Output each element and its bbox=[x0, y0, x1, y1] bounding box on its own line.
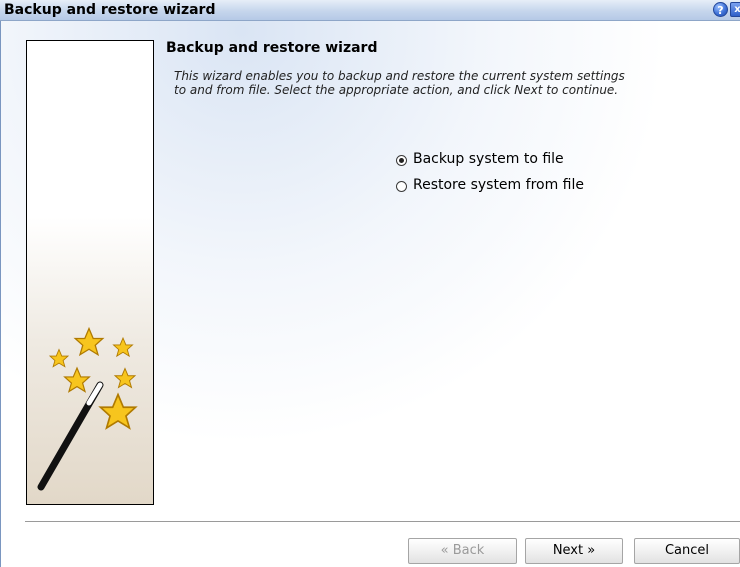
star-shape bbox=[74, 327, 104, 356]
close-icon[interactable]: x bbox=[730, 2, 740, 17]
backup-option-label[interactable]: Backup system to file bbox=[413, 151, 564, 167]
backup-radio[interactable] bbox=[396, 155, 407, 166]
backup-option[interactable]: Backup system to file bbox=[396, 151, 564, 167]
star-shape bbox=[64, 367, 90, 393]
star-shape bbox=[114, 368, 136, 388]
help-icon[interactable]: ? bbox=[713, 2, 728, 17]
page-heading: Backup and restore wizard bbox=[166, 40, 378, 56]
restore-option-label[interactable]: Restore system from file bbox=[413, 177, 584, 193]
restore-radio[interactable] bbox=[396, 181, 407, 192]
star-shape bbox=[99, 393, 137, 429]
next-button[interactable]: Next » bbox=[525, 538, 623, 564]
restore-option[interactable]: Restore system from file bbox=[396, 177, 584, 193]
magic-wand-stars-icon bbox=[37, 327, 137, 491]
title-bar: Backup and restore wizard ? x bbox=[0, 0, 740, 21]
star-shape bbox=[49, 349, 69, 368]
wizard-art-panel bbox=[26, 40, 154, 505]
page-description: This wizard enables you to backup and re… bbox=[174, 69, 625, 97]
window-title: Backup and restore wizard bbox=[4, 2, 216, 18]
footer-divider bbox=[25, 521, 740, 522]
back-button[interactable]: « Back bbox=[408, 538, 517, 564]
star-shape bbox=[113, 337, 133, 357]
cancel-button[interactable]: Cancel bbox=[634, 538, 740, 564]
